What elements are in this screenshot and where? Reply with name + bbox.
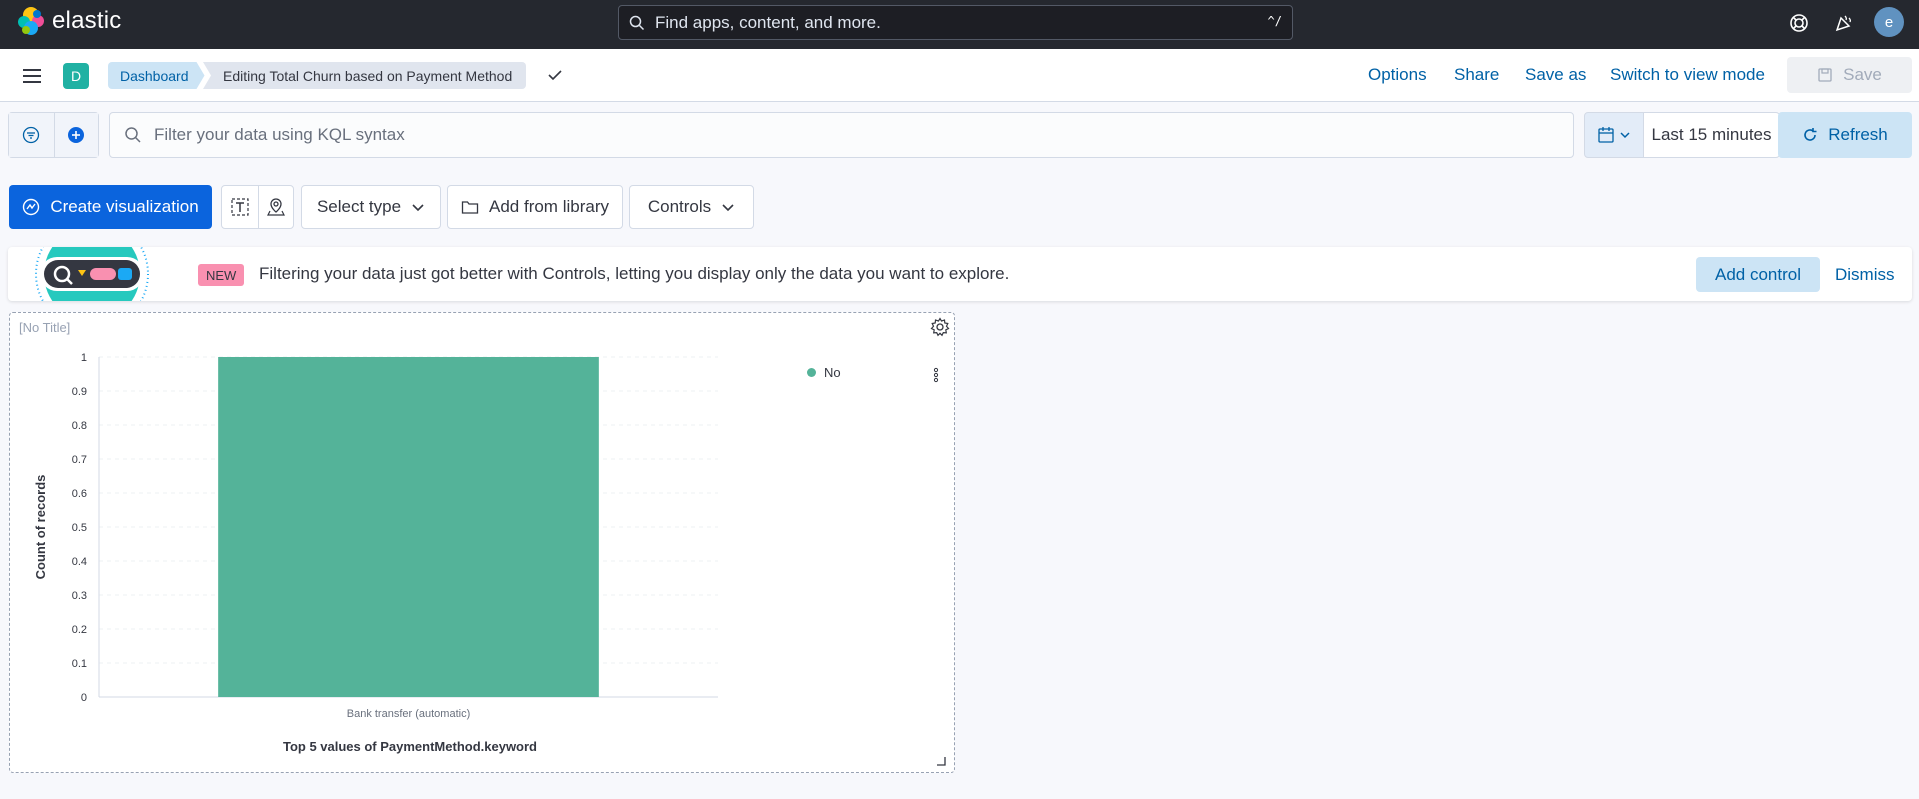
add-map-button[interactable] xyxy=(257,186,294,228)
controls-label: Controls xyxy=(647,197,712,216)
create-visualization-label: Create visualization xyxy=(50,197,199,216)
x-axis-title: Top 5 values of PaymentMethod.keyword xyxy=(283,739,537,754)
options-button[interactable]: Options xyxy=(1368,65,1427,85)
user-avatar[interactable]: e xyxy=(1874,7,1904,37)
time-range-display[interactable]: Last 15 minutes xyxy=(1644,112,1780,158)
save-as-button[interactable]: Save as xyxy=(1525,65,1586,85)
filter-icon xyxy=(23,126,40,144)
controls-button[interactable]: Controls xyxy=(629,185,754,229)
y-tick-label: 1 xyxy=(81,352,87,364)
y-tick-label: 0.1 xyxy=(72,658,87,670)
select-type-button[interactable]: Select type xyxy=(301,185,441,229)
help-icon[interactable] xyxy=(1784,8,1814,38)
chart-legend[interactable]: No xyxy=(807,365,841,380)
add-from-library-button[interactable]: Add from library xyxy=(447,185,623,229)
switch-to-view-mode-button[interactable]: Switch to view mode xyxy=(1610,65,1765,85)
save-label: Save xyxy=(1843,65,1882,84)
filter-menu-button[interactable] xyxy=(9,113,54,157)
chevron-down-icon xyxy=(412,204,424,212)
search-icon xyxy=(125,127,141,143)
global-search-input[interactable]: Find apps, content, and more. ^/ xyxy=(618,5,1293,40)
y-tick-label: 0.2 xyxy=(72,624,87,636)
add-filter-button[interactable] xyxy=(53,113,98,157)
query-bar: Filter your data using KQL syntax Last 1… xyxy=(8,112,1912,158)
calendar-icon xyxy=(1598,127,1614,143)
refresh-icon xyxy=(1804,128,1817,141)
y-tick-label: 0.5 xyxy=(72,522,87,534)
controls-callout: NEW Filtering your data just got better … xyxy=(8,247,1912,301)
visualization-panel[interactable]: [No Title] 0 0.1 0.2 0.3 0.4 0.5 0.6 0.7 0.8 0.9 1… xyxy=(9,312,955,773)
global-header: elastic Find apps, content, and more. ^/… xyxy=(0,0,1919,49)
panel-title: [No Title] xyxy=(19,320,71,335)
save-icon xyxy=(1818,68,1832,82)
logo-text: elastic xyxy=(52,7,122,34)
callout-message: Filtering your data just got better with… xyxy=(259,264,1010,283)
news-feed-icon[interactable] xyxy=(1829,8,1859,38)
select-type-label: Select type xyxy=(316,197,402,216)
dismiss-button[interactable]: Dismiss xyxy=(1835,265,1895,285)
search-placeholder: Find apps, content, and more. xyxy=(655,12,881,32)
space-avatar[interactable]: D xyxy=(63,63,89,89)
y-tick-label: 0 xyxy=(81,692,87,704)
controls-illustration xyxy=(35,247,149,301)
legend-label: No xyxy=(824,365,841,380)
create-visualization-button[interactable]: Create visualization xyxy=(9,185,212,229)
legend-swatch xyxy=(807,368,816,377)
y-tick-label: 0.7 xyxy=(72,454,87,466)
filter-controls xyxy=(8,112,99,158)
y-tick-label: 0.3 xyxy=(72,590,87,602)
date-picker: Last 15 minutes xyxy=(1574,112,1780,158)
y-tick-label: 0.4 xyxy=(72,556,87,568)
search-icon xyxy=(629,15,645,30)
bar-series xyxy=(218,357,599,697)
legend-options-icon[interactable] xyxy=(933,366,939,384)
quick-select-button[interactable] xyxy=(1584,112,1644,158)
quick-add-group xyxy=(221,185,294,229)
chevron-down-icon xyxy=(722,204,734,212)
plus-circle-icon xyxy=(68,127,85,143)
save-button[interactable]: Save xyxy=(1787,57,1912,93)
gear-icon[interactable] xyxy=(930,317,950,337)
refresh-label: Refresh xyxy=(1828,125,1888,144)
text-icon xyxy=(231,198,249,216)
menu-icon[interactable] xyxy=(20,64,44,88)
resize-handle-icon[interactable] xyxy=(936,756,946,766)
add-text-button[interactable] xyxy=(222,186,258,228)
share-button[interactable]: Share xyxy=(1454,65,1499,85)
bar-chart: 0 0.1 0.2 0.3 0.4 0.5 0.6 0.7 0.8 0.9 1 Bank trans… xyxy=(33,352,718,754)
y-tick-label: 0.6 xyxy=(72,488,87,500)
y-axis-title: Count of records xyxy=(33,475,48,580)
check-icon[interactable] xyxy=(546,66,564,84)
kql-placeholder: Filter your data using KQL syntax xyxy=(154,125,405,144)
y-tick-label: 0.9 xyxy=(72,386,87,398)
map-marker-icon xyxy=(266,198,285,216)
visualize-app-icon xyxy=(23,198,40,216)
breadcrumb-current: Editing Total Churn based on Payment Met… xyxy=(203,62,527,89)
folder-icon xyxy=(461,201,479,214)
search-shortcut: ^/ xyxy=(1267,14,1282,28)
elastic-logo[interactable]: elastic xyxy=(16,6,121,36)
new-badge: NEW xyxy=(198,264,245,286)
y-tick-label: 0.8 xyxy=(72,420,87,432)
x-tick-label: Bank transfer (automatic) xyxy=(347,708,471,720)
bar[interactable] xyxy=(218,357,599,697)
breadcrumb-dashboard[interactable]: Dashboard xyxy=(108,62,205,89)
add-control-button[interactable]: Add control xyxy=(1696,257,1820,292)
y-axis-ticks: 0 0.1 0.2 0.3 0.4 0.5 0.6 0.7 0.8 0.9 1 xyxy=(72,352,87,704)
chevron-down-icon xyxy=(1620,132,1630,139)
refresh-button[interactable]: Refresh xyxy=(1778,112,1912,158)
elastic-logo-icon xyxy=(18,7,44,35)
kql-query-input[interactable]: Filter your data using KQL syntax xyxy=(109,112,1574,158)
add-from-library-label: Add from library xyxy=(489,197,609,216)
app-navbar: D Dashboard Editing Total Churn based on… xyxy=(0,49,1919,102)
